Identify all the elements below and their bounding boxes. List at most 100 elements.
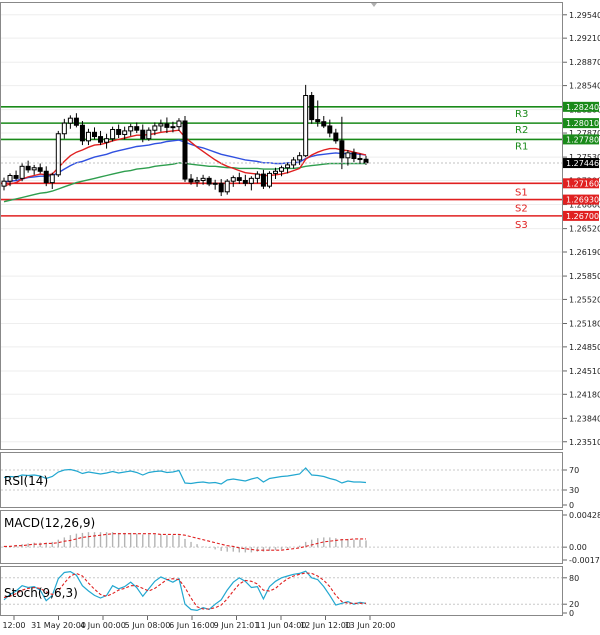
- candle-body-bull: [297, 155, 303, 161]
- rsi-tick-label: 70: [569, 466, 579, 475]
- candle-body-bull: [85, 131, 91, 142]
- candle: [303, 84, 309, 158]
- macd-title: MACD(12,26,9): [4, 516, 95, 530]
- candle-body-bear: [242, 179, 248, 184]
- rsi-title: RSI(14): [4, 474, 48, 488]
- level-price-label: 1.28240: [566, 103, 599, 112]
- level-price-label: 1.26700: [566, 212, 599, 221]
- time-tick-label: 5 Jun 08:00: [125, 621, 171, 630]
- price-tick-label: 1.23840: [569, 414, 600, 423]
- time-tick-label: 9 Jun 21:01: [214, 621, 260, 630]
- candle-body-bear: [182, 120, 188, 180]
- level-price-label: 1.26930: [566, 196, 599, 205]
- candle-body-bull: [200, 177, 206, 181]
- candle-body-bear: [260, 173, 266, 187]
- candle-body-bull: [31, 167, 37, 171]
- candle-body-bear: [315, 119, 321, 123]
- level-price-label: 1.28010: [566, 119, 599, 128]
- candle-body-bear: [327, 125, 333, 134]
- candle-body-bear: [37, 167, 43, 172]
- current-price-label: 1.27446: [566, 159, 599, 168]
- candle-body-bear: [357, 158, 363, 161]
- candle-body-bear: [98, 136, 104, 143]
- price-tick-label: 1.23510: [569, 438, 600, 447]
- price-tick-label: 1.26520: [569, 225, 600, 234]
- candle-body-bull: [273, 170, 278, 174]
- price-tick-label: 1.24180: [569, 390, 600, 399]
- candle-body-bear: [321, 121, 327, 127]
- candle-body-bear: [13, 175, 19, 179]
- candle-body-bear: [140, 129, 146, 140]
- candle-body-bear: [363, 158, 369, 164]
- candle-body-bear: [339, 140, 345, 159]
- price-tick-label: 1.25520: [569, 295, 600, 304]
- level-name-s3: S3: [515, 220, 528, 231]
- candle-body-bull: [49, 174, 55, 184]
- stoch-tick-label: 0: [569, 609, 574, 618]
- candle-body-bull: [279, 167, 285, 172]
- candle-body-bull: [170, 126, 176, 129]
- candle-body-bull: [110, 128, 116, 140]
- candle-body-bull: [345, 152, 351, 159]
- level-name-r1: R1: [515, 141, 528, 152]
- price-tick-label: 1.24850: [569, 343, 600, 352]
- candle-body-bull: [55, 133, 61, 176]
- candle-body-bear: [333, 132, 339, 142]
- candle-body-bear: [164, 123, 170, 128]
- candle-body-bear: [25, 165, 31, 171]
- macd-tick-label: 0.00: [569, 543, 587, 552]
- candle-body-bull: [146, 129, 152, 140]
- candle-body-bear: [351, 152, 357, 160]
- candle-body-bull: [122, 130, 128, 135]
- price-tick-label: 1.25850: [569, 272, 600, 281]
- candle-body-bear: [206, 177, 212, 185]
- candle-body-bear: [79, 124, 85, 142]
- price-tick-label: 1.28870: [569, 58, 600, 67]
- time-tick-label: 12 Jun 12:00: [300, 621, 351, 630]
- candle-body-bull: [194, 179, 200, 183]
- candle-body-bull: [230, 177, 236, 182]
- level-price-label: 1.27780: [566, 135, 599, 144]
- level-name-s1: S1: [515, 187, 528, 198]
- candle-body-bull: [176, 120, 182, 128]
- stoch-tick-label: 80: [569, 574, 579, 583]
- time-tick-label: 6 Jun 16:00: [169, 621, 215, 630]
- candle-body-bull: [212, 182, 218, 185]
- candle-body-bull: [19, 165, 25, 179]
- candle-body-bear: [309, 95, 315, 121]
- candle-body-bull: [7, 175, 13, 182]
- candle-body-bull: [128, 126, 134, 132]
- candle-body-bull: [158, 123, 164, 127]
- price-tick-label: 1.26190: [569, 248, 600, 257]
- candle-body-bull: [104, 138, 110, 143]
- candle-body-bear: [73, 117, 79, 126]
- stoch-tick-label: 20: [569, 600, 579, 609]
- candle-body-bull: [1, 180, 7, 187]
- candle: [309, 91, 315, 124]
- candle-body-bull: [285, 164, 291, 169]
- candle-body-bull: [248, 177, 254, 184]
- candle-body-bear: [43, 170, 49, 184]
- price-tick-label: 1.24510: [569, 367, 600, 376]
- rsi-tick-label: 0: [569, 501, 574, 510]
- level-name-r2: R2: [515, 125, 528, 136]
- candle-body-bear: [134, 126, 140, 131]
- level-name-s2: S2: [515, 204, 528, 215]
- candle-body-bull: [152, 125, 158, 131]
- chart-canvas: 1.295401.292101.288701.285401.282001.278…: [0, 0, 600, 635]
- time-tick-label: 13 Jun 20:00: [345, 621, 396, 630]
- chart-background: [0, 0, 600, 635]
- time-tick-label: 11 Jun 04:00: [256, 621, 307, 630]
- macd-tick-label: -0.001713: [569, 556, 600, 565]
- candle-body-bear: [116, 128, 122, 135]
- price-tick-label: 1.29540: [569, 11, 600, 20]
- level-price-label: 1.27160: [566, 179, 599, 188]
- candle-body-bull: [303, 95, 309, 157]
- candle-body-bull: [266, 172, 272, 187]
- candle-body-bear: [236, 177, 242, 181]
- candle: [182, 116, 188, 182]
- candle: [55, 130, 61, 177]
- time-tick-label: 4 Jun 00:00: [80, 621, 126, 630]
- candle-body-bull: [224, 180, 230, 193]
- price-tick-label: 1.25180: [569, 320, 600, 329]
